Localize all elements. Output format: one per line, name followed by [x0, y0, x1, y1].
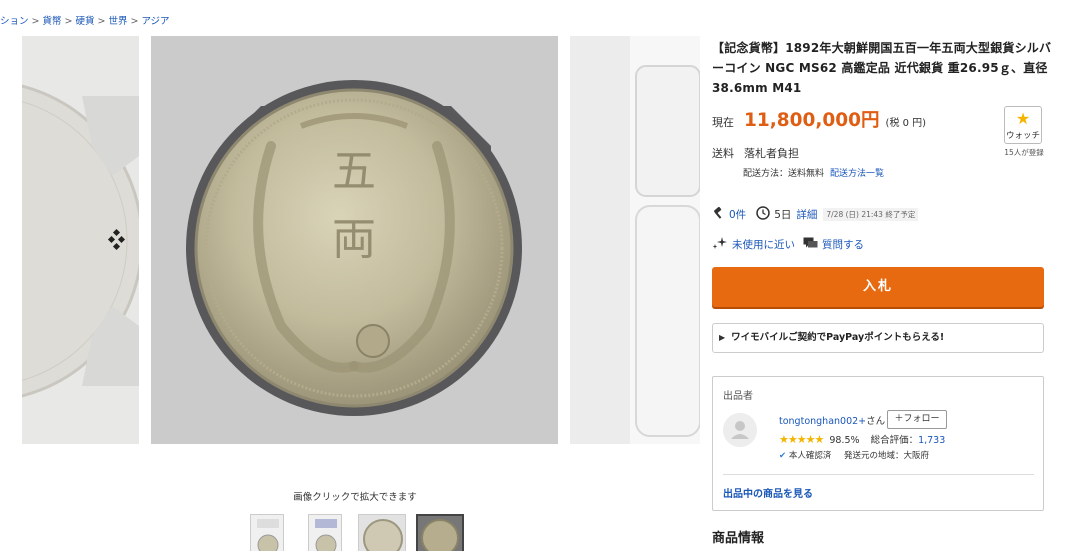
promo-text: ワイモバイルご契約でPayPayポイントもらえる! [731, 332, 945, 343]
condition-link[interactable]: 未使用に近い [732, 237, 795, 252]
gallery-caption: 画像クリックで拡大できます [293, 492, 417, 503]
coin-obverse-image: 五 両 [151, 36, 558, 444]
breadcrumb-item[interactable]: ション [0, 16, 29, 27]
avatar[interactable] [723, 413, 757, 447]
seller-honorific: さん [866, 416, 886, 427]
breadcrumb-item[interactable]: 世界 [108, 16, 127, 27]
thumbnail[interactable] [358, 514, 406, 551]
seller-items-link[interactable]: 出品中の商品を見る [723, 485, 813, 500]
thumbnail-image [251, 515, 283, 551]
item-title: 【記念貨幣】1892年大朝鮮開国五百一年五両大型銀貨シルバーコイン NGC MS… [712, 41, 1052, 95]
breadcrumb-item[interactable]: 硬貨 [75, 16, 94, 27]
price-row: 現在 11,800,000円 (税 0 円) [712, 106, 926, 132]
shipping-label: 送料 [712, 147, 734, 160]
chat-icon [803, 237, 818, 253]
breadcrumb: ション > 貨幣 > 硬貨 > 世界 > アジア [0, 13, 170, 27]
verified-text: 本人確認済 [788, 451, 832, 461]
prev-image-button[interactable] [106, 226, 128, 256]
chevron-left-icon [107, 228, 126, 251]
thumbnail-image [418, 516, 462, 551]
shipping-value: 落札者負担 [744, 147, 799, 160]
product-info-heading: 商品情報 [712, 531, 765, 546]
total-rating-label: 総合評価： [870, 435, 919, 446]
thumbnail[interactable] [250, 514, 284, 551]
thumbnail[interactable] [308, 514, 342, 551]
sparkle-icon [712, 236, 728, 253]
svg-text:五: 五 [332, 146, 376, 197]
seller-id[interactable]: tongtonghan002+ [779, 416, 866, 427]
thumbnail-selected[interactable] [416, 514, 464, 551]
breadcrumb-separator: > [130, 16, 139, 27]
verified-icon: ✔ [779, 451, 787, 461]
ship-from: 発送元の地域：大阪府 [844, 451, 930, 461]
follow-button[interactable]: ＋フォロー [887, 410, 947, 429]
breadcrumb-item[interactable]: 貨幣 [42, 16, 61, 27]
bid-button[interactable]: 入札 [712, 267, 1044, 307]
next-image[interactable] [570, 36, 700, 444]
seller-name[interactable]: tongtonghan002+さん [779, 413, 885, 427]
star-icon: ★ [1015, 109, 1031, 128]
breadcrumb-separator: > [97, 16, 106, 27]
detail-link[interactable]: 詳細 [796, 207, 817, 222]
main-image[interactable]: 五 両 [151, 36, 558, 444]
shipping-methods-link[interactable]: 配送方法一覧 [830, 169, 884, 179]
positive-rate: 98.5% [829, 435, 860, 446]
current-price: 11,800,000円 [744, 110, 880, 131]
shipping-row: 送料 落札者負担 [712, 145, 799, 161]
watch-button[interactable]: ★ ウォッチ [1004, 106, 1042, 144]
divider [723, 474, 1034, 475]
auction-meta: 0件 5日 詳細 7/28 (日) 21:43 終了予定 [712, 206, 919, 223]
time-remaining: 5日 [774, 209, 792, 221]
end-time: 7/28 (日) 21:43 終了予定 [823, 208, 919, 221]
svg-text:両: 両 [332, 214, 376, 265]
shipping-method: 配送方法：送料無料 [743, 169, 825, 179]
bid-count[interactable]: 0件 [729, 207, 746, 222]
price-label: 現在 [712, 116, 734, 129]
thumbnail-image [309, 515, 341, 551]
condition-row: 未使用に近い 質問する [712, 236, 864, 253]
breadcrumb-separator: > [64, 16, 73, 27]
image-gallery: 五 両 画像クリックで拡大できます [0, 36, 700, 551]
seller-verify: ✔ 本人確認済 発送元の地域：大阪府 [779, 449, 929, 461]
total-rating-count[interactable]: 1,733 [918, 435, 945, 446]
breadcrumb-separator: > [31, 16, 40, 27]
ask-question-link[interactable]: 質問する [822, 237, 864, 252]
slab-holder-image [570, 36, 700, 444]
triangle-right-icon: ▶ [719, 333, 726, 342]
hammer-icon [712, 206, 725, 223]
breadcrumb-item[interactable]: アジア [141, 16, 169, 27]
shipping-detail: 配送方法：送料無料 配送方法一覧 [743, 166, 884, 179]
watch-label: ウォッチ [1005, 131, 1040, 141]
rating-stars-icon: ★★★★★ [779, 433, 824, 446]
user-icon [723, 413, 757, 447]
watch-count: 15人が登録 [1004, 148, 1044, 157]
clock-icon [756, 206, 770, 223]
tax-note: (税 0 円) [885, 118, 927, 129]
seller-rating: ★★★★★ 98.5% 総合評価：1,733 [779, 432, 945, 446]
seller-card: 出品者 tongtonghan002+さん ＋フォロー ★★★★★ 98.5% … [712, 376, 1044, 511]
thumbnail-image [359, 515, 405, 551]
promo-banner[interactable]: ▶ ワイモバイルご契約でPayPayポイントもらえる! [712, 323, 1044, 353]
seller-heading: 出品者 [723, 391, 753, 402]
